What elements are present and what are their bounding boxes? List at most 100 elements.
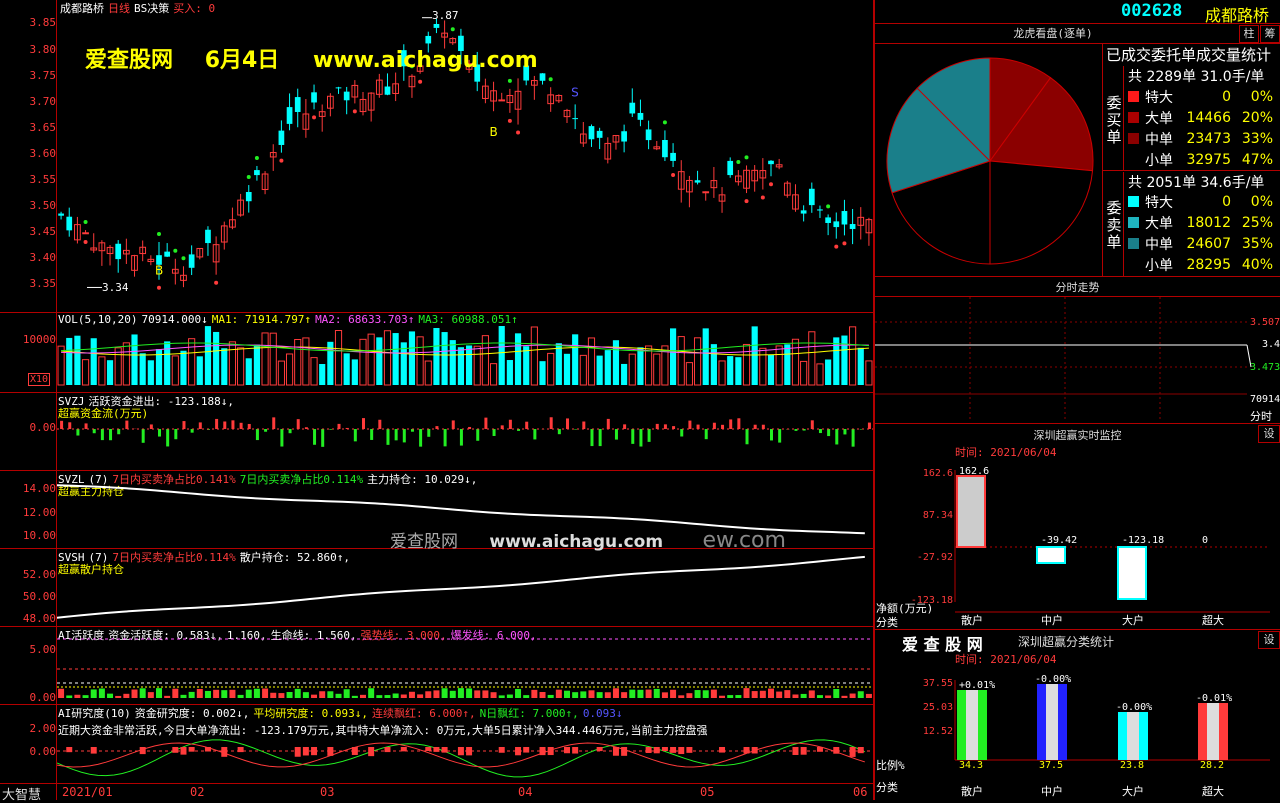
candle-down (621, 131, 627, 141)
tab-chip-button[interactable]: 筹 (1260, 25, 1280, 43)
activity-bar (197, 689, 203, 698)
activity-bar (83, 695, 89, 698)
research-bar (295, 747, 301, 757)
buy-total: 共 2289单 31.0手/单 (1128, 66, 1264, 86)
volume-bar (442, 332, 448, 385)
activity-bar (417, 694, 423, 698)
order-volume: 18012 (1177, 212, 1235, 233)
research-bar (238, 747, 244, 752)
low-price-label: 3.34 (102, 281, 129, 294)
flow-bar (460, 429, 463, 446)
flow-bar (297, 419, 300, 429)
activity-bar (393, 693, 399, 698)
intraday-chart[interactable] (875, 297, 1280, 422)
volume-bar (123, 343, 129, 385)
vol-unit: X10 (28, 373, 50, 386)
flow-bar (452, 420, 455, 429)
candle-down (695, 180, 701, 182)
volume-bar (490, 364, 496, 385)
research-bar (384, 747, 390, 752)
order-row: 特大00% (1124, 86, 1277, 107)
activity-bar (319, 691, 325, 698)
m2-bar-highlight (1046, 684, 1058, 760)
flow-bar (509, 420, 512, 429)
research-bar (523, 747, 529, 753)
tab-bar-button[interactable]: 柱 (1239, 25, 1259, 43)
m1-bar (1037, 547, 1065, 563)
activity-bar (148, 692, 154, 698)
m1-category: 散户 (961, 613, 983, 627)
activity-bar (548, 695, 554, 698)
signal-dot (157, 286, 161, 290)
activity-bar (531, 690, 537, 698)
activity-bar (205, 691, 211, 698)
volume-bar (172, 356, 178, 385)
watermark-date: 6月4日 (205, 48, 280, 73)
research-bar (654, 747, 660, 753)
activity-bar (107, 694, 113, 698)
flow-bar (827, 429, 830, 436)
order-class: 小单 (1145, 258, 1173, 274)
volume-bar (825, 359, 831, 385)
stock-code: 002628 (1121, 1, 1182, 21)
research-bar (401, 747, 407, 751)
order-row: 中单2460735% (1124, 233, 1277, 254)
flow-bar (93, 429, 96, 433)
volume-bar (140, 353, 146, 385)
activity-bar (735, 695, 741, 698)
high-price-label: 3.87 (432, 9, 459, 22)
volume-bar (597, 356, 603, 385)
svsh-tick: 50.00 (0, 590, 56, 603)
m2-value-label: 37.5 (1039, 760, 1063, 771)
volume-bar (66, 338, 72, 385)
volume-bar (82, 360, 88, 385)
flow-bar (648, 429, 651, 442)
order-volume: 32975 (1177, 149, 1235, 170)
m1-bar (1118, 547, 1146, 599)
y-tick: 3.55 (0, 173, 56, 186)
volume-bar (539, 361, 545, 385)
m2-settings-button[interactable]: 设 (1258, 631, 1280, 649)
activity-bar (613, 688, 619, 698)
candle-up (83, 233, 89, 234)
activity-bar (344, 689, 350, 698)
candle-down (825, 217, 831, 223)
flow-bar (256, 429, 259, 440)
research-bar (221, 747, 227, 757)
activity-bar (491, 692, 497, 698)
volume-bar (107, 360, 113, 385)
m2-title: 深圳超赢分类统计 (1018, 633, 1114, 650)
activity-bar (841, 696, 847, 698)
volume-bar (580, 355, 586, 385)
research-bar (719, 747, 725, 753)
y-tick: 3.70 (0, 95, 56, 108)
svzj-tick: 0.00 (0, 421, 56, 434)
m2-pct-label: +0.01% (959, 680, 995, 691)
bs-marker: S (571, 85, 579, 99)
flow-bar (501, 425, 504, 429)
volume-bar (523, 346, 529, 385)
volume-bar (303, 338, 309, 385)
flow-bar (754, 425, 757, 429)
volume-bar (458, 347, 464, 385)
flow-bar (427, 429, 430, 437)
bs-marker: B (490, 125, 498, 139)
candle-down (833, 221, 839, 227)
activity-bar (466, 688, 472, 698)
flow-bar (615, 429, 618, 440)
candle-down (164, 252, 170, 257)
activity-bar (221, 690, 227, 698)
signal-dot (508, 79, 512, 83)
order-pct: 20% (1235, 107, 1277, 128)
volume-bar (393, 333, 399, 385)
activity-bar (352, 696, 358, 698)
activity-bar (523, 695, 529, 698)
flow-bar (656, 424, 659, 429)
research-bar (792, 747, 798, 755)
flow-bar (395, 429, 398, 440)
svzl-tick: 12.00 (0, 506, 56, 519)
flow-bar (729, 419, 732, 429)
research-bar (817, 747, 823, 752)
lh-title: 龙虎看盘(逐单) (875, 25, 1231, 41)
buy-table: 特大00%大单1446620%中单2347333%小单3297547% (1124, 86, 1277, 170)
